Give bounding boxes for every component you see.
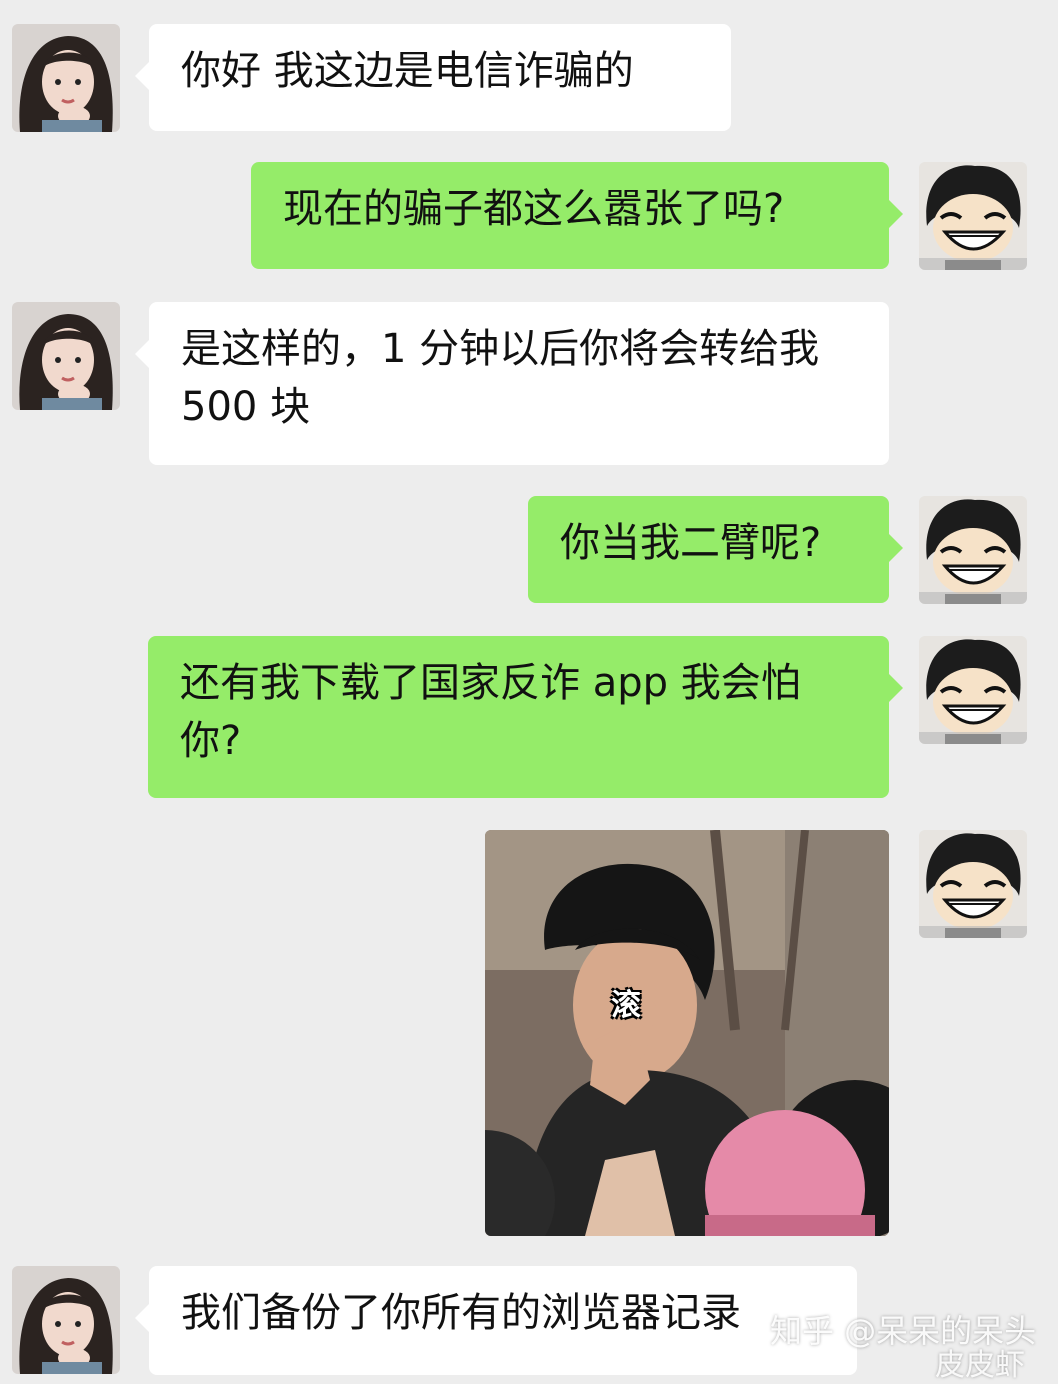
- girl-avatar-icon: [12, 1266, 120, 1374]
- girl-avatar-icon: [12, 24, 120, 132]
- self-avatar[interactable]: [919, 636, 1027, 744]
- message-bubble-outgoing[interactable]: 现在的骗子都这么嚣张了吗?: [251, 162, 903, 269]
- contact-avatar[interactable]: [12, 1266, 120, 1374]
- message-text: 我们备份了你所有的浏览器记录: [181, 1290, 741, 1336]
- message-text: 现在的骗子都这么嚣张了吗?: [283, 186, 785, 232]
- contact-avatar[interactable]: [12, 302, 120, 410]
- pipixia-watermark: 皮皮虾: [935, 1348, 1025, 1383]
- girl-avatar-icon: [12, 302, 120, 410]
- cartoon-grin-avatar-icon: [919, 636, 1027, 744]
- sticker-image[interactable]: 滚: [485, 830, 889, 1236]
- cartoon-grin-avatar-icon: [919, 496, 1027, 604]
- cartoon-grin-avatar-icon: [919, 162, 1027, 270]
- message-text: 你当我二臂呢?: [560, 520, 822, 566]
- pointing-boy-sticker-icon: [485, 830, 889, 1236]
- message-bubble-outgoing[interactable]: 你当我二臂呢?: [528, 496, 903, 603]
- cartoon-grin-avatar-icon: [919, 830, 1027, 938]
- self-avatar[interactable]: [919, 496, 1027, 604]
- message-bubble-incoming[interactable]: 我们备份了你所有的浏览器记录: [135, 1266, 857, 1375]
- self-avatar[interactable]: [919, 830, 1027, 938]
- self-avatar[interactable]: [919, 162, 1027, 270]
- message-bubble-incoming[interactable]: 是这样的，1 分钟以后你将会转给我 500 块: [135, 302, 889, 465]
- message-text: 你好 我这边是电信诈骗的: [181, 48, 634, 94]
- message-bubble-outgoing[interactable]: 还有我下载了国家反诈 app 我会怕你?: [148, 636, 903, 798]
- contact-avatar[interactable]: [12, 24, 120, 132]
- message-text: 还有我下载了国家反诈 app 我会怕你?: [180, 660, 801, 764]
- message-text: 是这样的，1 分钟以后你将会转给我 500 块: [181, 326, 820, 430]
- message-bubble-incoming[interactable]: 你好 我这边是电信诈骗的: [135, 24, 731, 131]
- sticker-caption: 滚: [611, 988, 641, 1023]
